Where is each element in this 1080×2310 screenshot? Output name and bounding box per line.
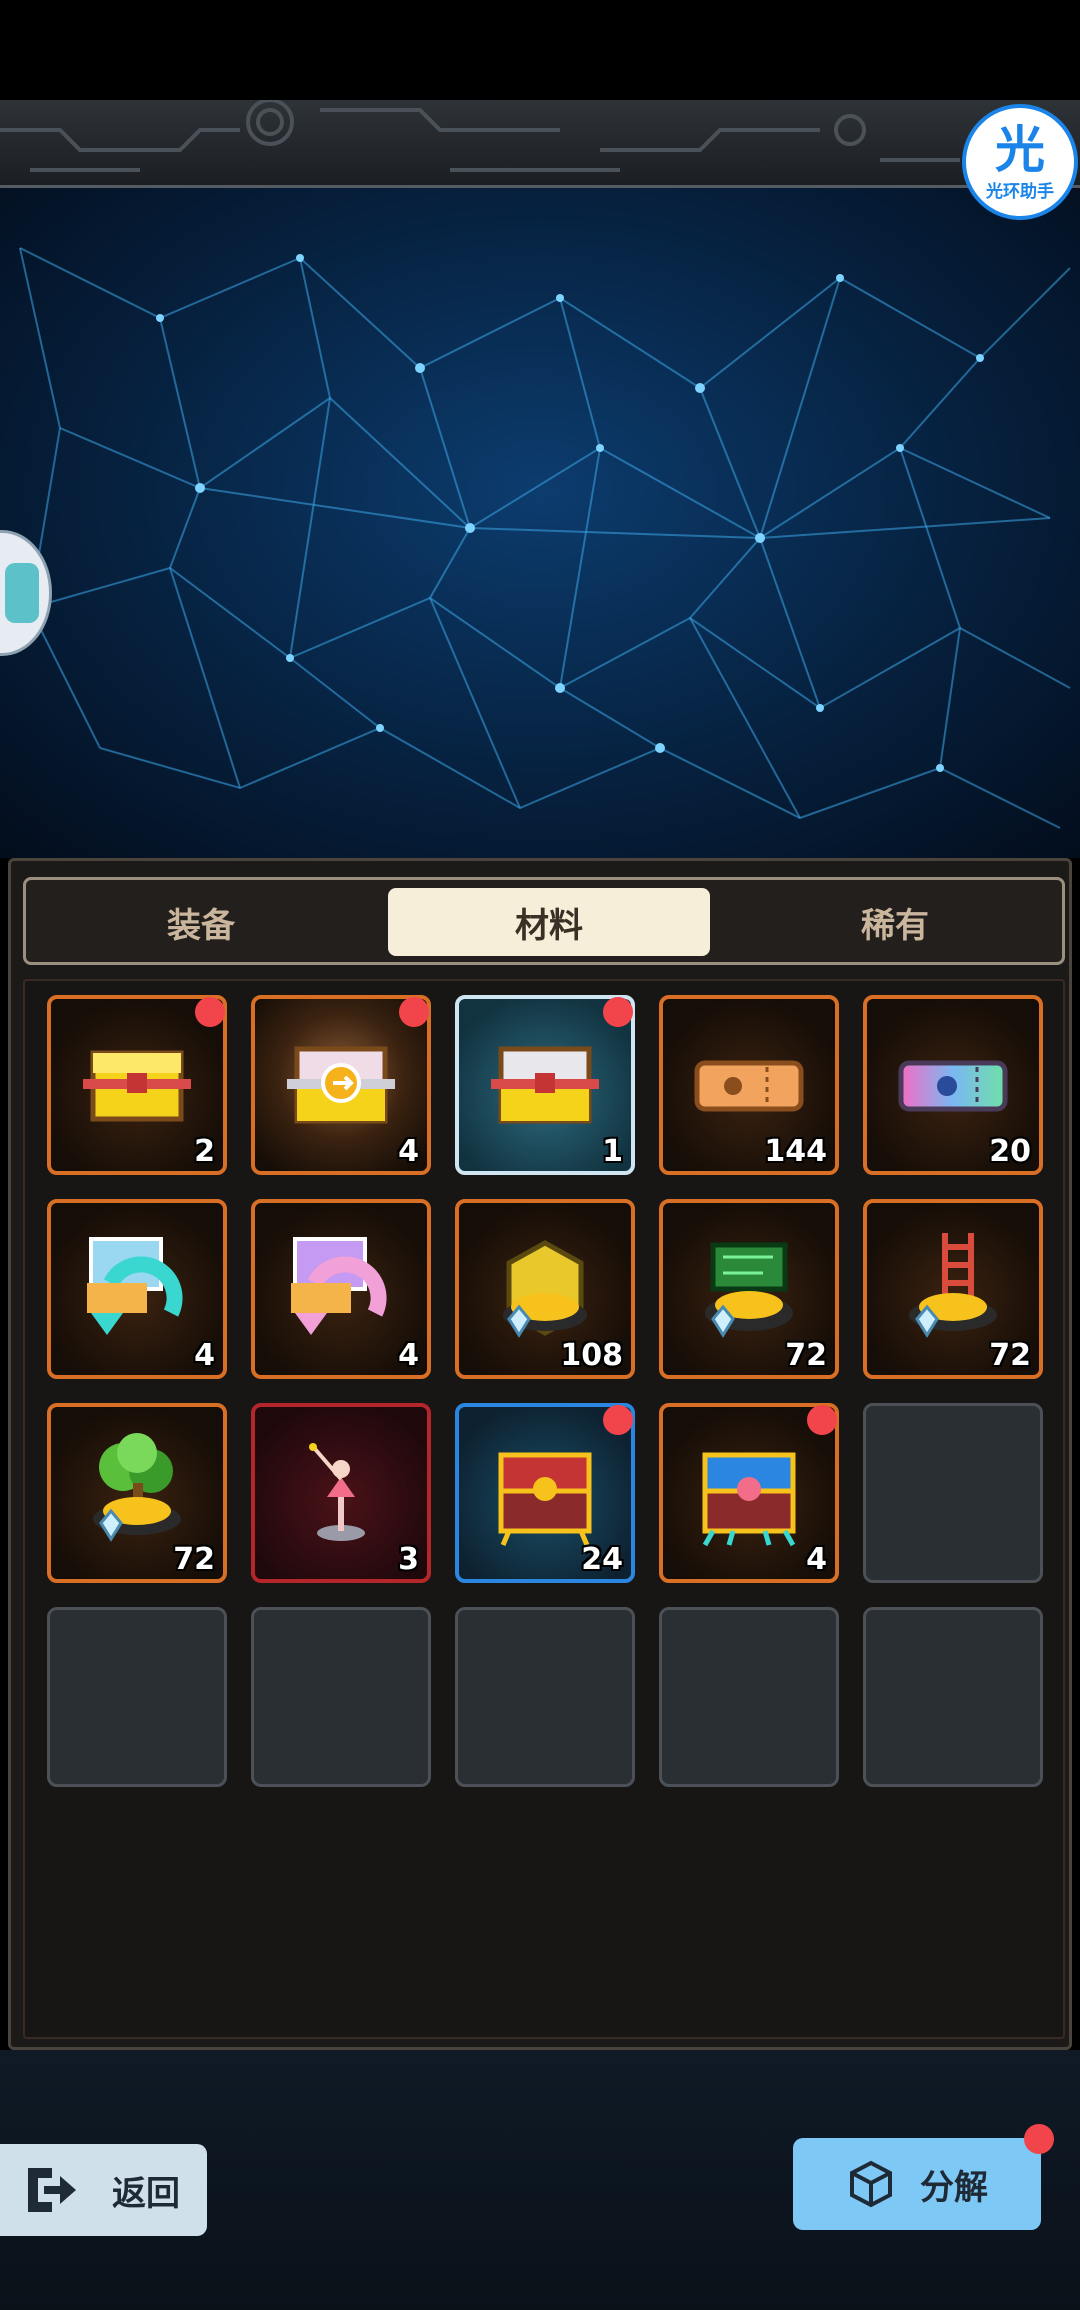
empty-slot <box>659 1607 839 1787</box>
glowing-coin-chest-icon <box>287 1046 395 1124</box>
dancer-figurine-icon <box>309 1443 365 1541</box>
item-count: 24 <box>581 1542 623 1577</box>
item-count: 4 <box>194 1338 215 1373</box>
decompose-notification-dot <box>1024 2124 1054 2154</box>
rainbow-ticket-icon <box>898 1060 1008 1112</box>
top-circuit-panel <box>0 100 1080 188</box>
orange-ticket-icon <box>694 1060 804 1112</box>
new-item-dot <box>195 997 225 1027</box>
assistant-label: 光环助手 <box>986 181 1054 202</box>
red-treasure-chest-icon <box>498 1452 592 1546</box>
assistant-glyph: 光 <box>995 120 1045 179</box>
item-grid: 2 4 1 144 20 4 4 108 72 72 72 3 24 4 <box>23 979 1065 2039</box>
empty-slot <box>455 1607 635 1787</box>
item-count: 2 <box>194 1134 215 1169</box>
item-slot[interactable]: 4 <box>251 1199 431 1379</box>
item-count: 108 <box>560 1338 623 1373</box>
empty-slot <box>863 1607 1043 1787</box>
network-background <box>0 188 1080 858</box>
tab-materials[interactable]: 材料 <box>388 888 710 956</box>
pink-recycle-box-icon <box>291 1237 387 1335</box>
item-slot[interactable]: 1 <box>455 995 635 1175</box>
item-slot[interactable]: 20 <box>863 995 1043 1175</box>
item-count: 72 <box>989 1338 1031 1373</box>
item-count: 20 <box>989 1134 1031 1169</box>
tree-crystal-pile-icon <box>93 1433 181 1542</box>
item-slot[interactable]: 108 <box>455 1199 635 1379</box>
item-count: 144 <box>764 1134 827 1169</box>
item-slot[interactable]: 144 <box>659 995 839 1175</box>
tab-equipment[interactable]: 装备 <box>40 888 362 956</box>
category-tabs: 装备 材料 稀有 <box>23 877 1065 965</box>
inventory-panel: 装备 材料 稀有 2 4 1 144 20 4 4 108 72 72 72 3 24 4 <box>8 858 1072 2050</box>
new-item-dot <box>399 997 429 1027</box>
yellow-chest-icon <box>83 1050 191 1122</box>
back-button[interactable]: 返回 <box>0 2144 207 2236</box>
decompose-label: 分解 <box>920 2167 988 2208</box>
item-slot[interactable]: 2 <box>47 995 227 1175</box>
cyan-recycle-box-icon <box>87 1237 183 1335</box>
item-slot[interactable]: 24 <box>455 1403 635 1583</box>
item-count: 72 <box>785 1338 827 1373</box>
white-chest-icon <box>491 1046 599 1124</box>
circuit-crystal-pile-icon <box>705 1242 793 1338</box>
item-slot[interactable]: 3 <box>251 1403 431 1583</box>
item-count: 3 <box>398 1542 419 1577</box>
new-item-dot <box>807 1405 837 1435</box>
empty-slot <box>47 1607 227 1787</box>
item-slot[interactable]: 72 <box>659 1199 839 1379</box>
mech-treasure-chest-icon <box>702 1452 796 1547</box>
status-bar <box>0 0 1080 100</box>
new-item-dot <box>603 997 633 1027</box>
empty-slot <box>863 1403 1043 1583</box>
item-count: 4 <box>398 1134 419 1169</box>
item-count: 72 <box>173 1542 215 1577</box>
item-slot[interactable]: 72 <box>863 1199 1043 1379</box>
item-slot[interactable]: 4 <box>659 1403 839 1583</box>
cube-icon <box>850 2160 892 2208</box>
empty-slot <box>251 1607 431 1787</box>
item-slot[interactable]: 4 <box>47 1199 227 1379</box>
new-item-dot <box>603 1405 633 1435</box>
item-count: 4 <box>806 1542 827 1577</box>
ladder-crystal-pile-icon <box>909 1233 997 1338</box>
item-slot[interactable]: 72 <box>47 1403 227 1583</box>
tab-rare[interactable]: 稀有 <box>734 888 1056 956</box>
assistant-badge[interactable]: 光 光环助手 <box>962 104 1078 220</box>
gold-crystal-pile-icon <box>503 1240 587 1338</box>
back-label: 返回 <box>112 2173 180 2214</box>
item-count: 4 <box>398 1338 419 1373</box>
item-slot[interactable]: 4 <box>251 995 431 1175</box>
decompose-button[interactable]: 分解 <box>793 2138 1041 2230</box>
item-count: 1 <box>602 1134 623 1169</box>
exit-icon <box>28 2168 76 2212</box>
pet-icon <box>5 563 39 623</box>
